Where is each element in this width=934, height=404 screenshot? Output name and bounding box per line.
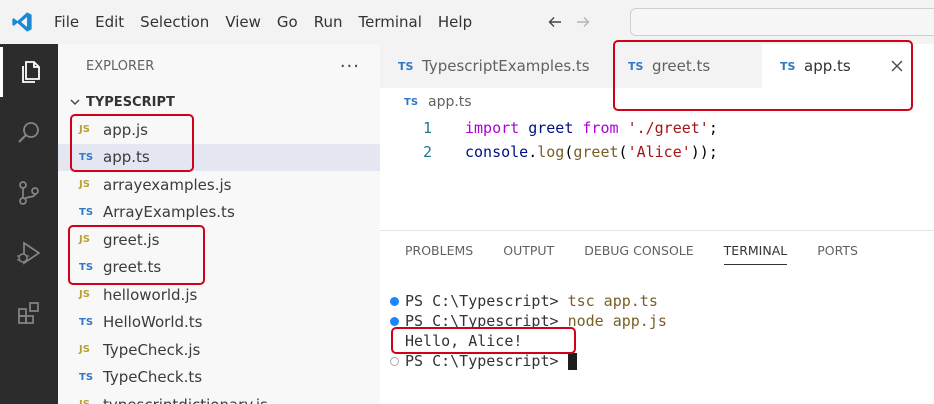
tab-label: app.ts [804,57,851,75]
ts-file-icon: TS [628,59,644,73]
explorer-sidebar: EXPLORER ··· TYPESCRIPT JS app.js TS app… [58,44,380,404]
code-line: 2 console.log(greet('Alice')); [380,140,934,164]
file-label: greet.ts [103,258,162,277]
file-item-helloworld-js[interactable]: JS helloworld.js [58,281,380,309]
tab-output[interactable]: OUTPUT [503,231,554,269]
terminal-cursor [567,352,577,370]
ts-file-icon: TS [398,59,414,73]
file-label: greet.js [103,230,160,249]
js-file-icon: JS [79,399,103,404]
tab-debug-console[interactable]: DEBUG CONSOLE [584,231,693,269]
line-number: 1 [422,119,432,137]
file-item-typecheck-js[interactable]: JS TypeCheck.js [58,336,380,364]
explorer-icon[interactable] [0,47,58,97]
file-label: arrayexamples.js [103,175,232,194]
js-file-icon: JS [79,179,90,191]
file-label: helloworld.js [103,285,198,304]
file-item-typecheck-ts[interactable]: TS TypeCheck.ts [58,364,380,392]
code-text: import greet from './greet'; [465,119,718,137]
terminal[interactable]: PS C:\Typescript> tsc app.ts PS C:\Types… [380,269,934,371]
menu-terminal[interactable]: Terminal [351,0,430,44]
file-item-app-ts[interactable]: TS app.ts [58,143,380,171]
menu-file[interactable]: File [44,0,87,44]
folder-typescript[interactable]: TYPESCRIPT [58,88,380,116]
file-label: HelloWorld.ts [103,313,203,332]
file-label: app.ts [103,148,150,167]
file-item-typescriptdictionary-js[interactable]: JS typescriptdictionary.js [58,391,380,404]
command-pending-dot-icon [390,356,399,366]
tab-app-ts[interactable]: TS app.ts [762,44,934,88]
arrow-right-icon[interactable] [574,13,592,31]
file-item-helloworld-ts[interactable]: TS HelloWorld.ts [58,309,380,337]
menu-go[interactable]: Go [269,0,306,44]
ts-file-icon: TS [79,316,94,328]
arrow-left-icon[interactable] [546,13,564,31]
breadcrumb-file[interactable]: app.ts [428,94,472,110]
editor-tabs: TS TypescriptExamples.ts TS greet.ts TS … [380,44,934,88]
ts-file-icon: TS [79,261,94,273]
run-debug-icon[interactable] [0,228,58,278]
code-text: console.log(greet('Alice')); [465,143,718,161]
breadcrumb[interactable]: TS app.ts [380,88,934,116]
close-icon[interactable] [888,57,906,75]
terminal-line: PS C:\Typescript> [380,351,934,371]
ts-file-icon: TS [780,59,796,73]
vscode-logo-icon[interactable] [0,0,44,44]
menu-bar: File Edit Selection View Go Run Terminal… [0,0,934,44]
explorer-title: EXPLORER [86,58,155,74]
panel-tabs: PROBLEMS OUTPUT DEBUG CONSOLE TERMINAL P… [380,231,934,269]
explorer-header: EXPLORER ··· [58,44,380,88]
tab-label: greet.ts [652,57,711,75]
file-item-greet-ts[interactable]: TS greet.ts [58,254,380,282]
file-item-arrayexamples-js[interactable]: JS arrayexamples.js [58,171,380,199]
tab-label: TypescriptExamples.ts [422,57,590,75]
folder-label: TYPESCRIPT [86,94,175,110]
menu-view[interactable]: View [217,0,269,44]
source-control-icon[interactable] [0,168,58,218]
file-label: TypeCheck.js [103,340,201,359]
chevron-down-icon [70,99,80,105]
tab-problems[interactable]: PROBLEMS [405,231,473,269]
tab-terminal[interactable]: TERMINAL [723,231,787,269]
file-label: TypeCheck.ts [103,368,203,387]
js-file-icon: JS [79,124,90,136]
menu-run[interactable]: Run [306,0,351,44]
more-actions-icon[interactable]: ··· [340,56,360,77]
bottom-panel: PROBLEMS OUTPUT DEBUG CONSOLE TERMINAL P… [380,230,934,404]
file-item-greet-js[interactable]: JS greet.js [58,226,380,254]
file-label: app.js [103,120,148,139]
js-file-icon: JS [79,234,90,246]
terminal-line: PS C:\Typescript> tsc app.ts [380,291,934,311]
terminal-output-line: Hello, Alice! [405,332,523,350]
extensions-icon[interactable] [0,288,58,338]
command-success-dot-icon [390,296,399,306]
menu-selection[interactable]: Selection [132,0,217,44]
line-number: 2 [422,143,432,161]
activity-bar [0,44,58,404]
command-center-search[interactable] [630,8,934,36]
code-line: 1 import greet from './greet'; [380,116,934,140]
menu-edit[interactable]: Edit [87,0,132,44]
nav-arrows [546,13,592,31]
file-label: ArrayExamples.ts [103,203,235,222]
ts-file-icon: TS [79,151,94,163]
file-label: typescriptdictionary.js [103,396,268,404]
ts-file-icon: TS [404,96,419,108]
menu-help[interactable]: Help [430,0,480,44]
ts-file-icon: TS [79,206,94,218]
ts-file-icon: TS [79,371,94,383]
tab-typescriptexamples-ts[interactable]: TS TypescriptExamples.ts [380,44,612,88]
command-success-dot-icon [390,316,399,326]
file-item-arrayexamples-ts[interactable]: TS ArrayExamples.ts [58,199,380,227]
tab-ports[interactable]: PORTS [817,231,858,269]
search-icon[interactable] [0,108,58,158]
js-file-icon: JS [79,344,90,356]
js-file-icon: JS [79,289,90,301]
terminal-line: PS C:\Typescript> node app.js [380,311,934,331]
file-item-app-js[interactable]: JS app.js [58,116,380,144]
tab-greet-ts[interactable]: TS greet.ts [612,44,762,88]
code-editor[interactable]: TS app.ts 1 import greet from './greet';… [380,88,934,230]
